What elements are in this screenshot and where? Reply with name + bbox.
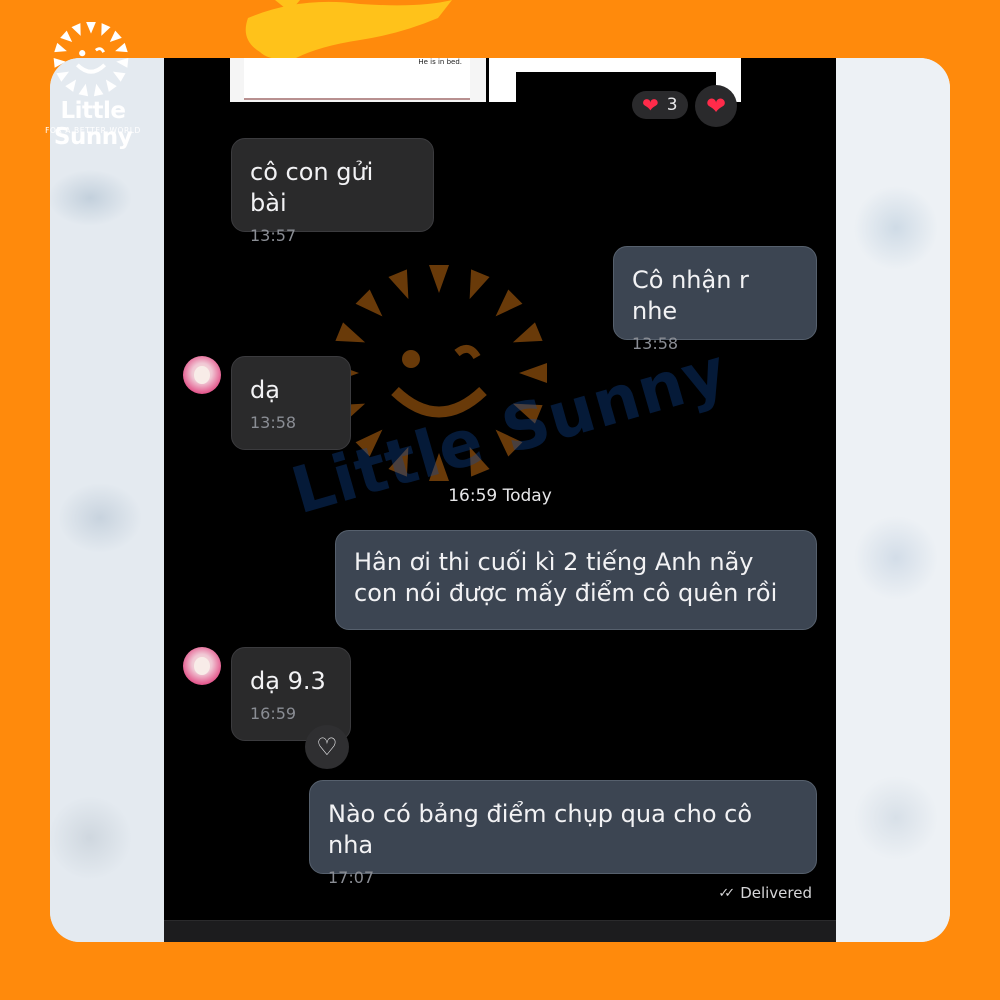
message-bubble-outgoing[interactable]: Nào có bảng điểm chụp qua cho cô nha 17:… — [309, 780, 817, 887]
image-attachment[interactable]: He is in bed. — [244, 58, 470, 100]
heart-outline-icon: ♡ — [316, 733, 338, 761]
delivered-label: Delivered — [740, 884, 812, 902]
message-text: Hân ơi thi cuối kì 2 tiếng Anh nãy con n… — [354, 548, 778, 607]
heart-icon: ❤ — [642, 93, 659, 117]
contact-avatar[interactable] — [183, 647, 221, 685]
chat-screen: He is in bed. ❤ 3 ❤ Little Sunny cô con … — [164, 58, 836, 942]
blurred-right-panel — [836, 58, 950, 942]
brand-name: Little Sunny — [53, 98, 133, 150]
message-time: 16:59 — [250, 704, 297, 723]
attachment-caption: He is in bed. — [418, 58, 462, 66]
sun-logo-icon — [53, 21, 129, 97]
reaction-summary[interactable]: ❤ 3 — [632, 91, 688, 119]
message-bubble-outgoing[interactable]: Cô nhận r nhe 13:58 — [613, 246, 817, 353]
message-bubble-outgoing[interactable]: Hân ơi thi cuối kì 2 tiếng Anh nãy con n… — [335, 530, 817, 630]
message-text: dạ — [250, 376, 280, 404]
double-check-icon: ✓✓ — [718, 885, 735, 901]
message-bubble-incoming[interactable]: cô con gửi bài 13:57 — [231, 138, 434, 245]
message-text: Nào có bảng điểm chụp qua cho cô nha — [328, 800, 753, 859]
brand-tagline: FOR A BETTER WORLD — [45, 126, 141, 135]
message-time: 13:58 — [632, 334, 679, 353]
contact-avatar[interactable] — [183, 356, 221, 394]
blurred-left-panel — [50, 58, 164, 942]
message-text: Cô nhận r nhe — [632, 266, 749, 325]
message-text: dạ 9.3 — [250, 667, 326, 695]
delivery-status: ✓✓ Delivered — [718, 884, 812, 902]
heart-icon: ❤ — [705, 92, 727, 120]
message-text: cô con gửi bài — [250, 158, 374, 217]
message-time: 13:58 — [250, 413, 297, 432]
date-separator: 16:59 Today — [448, 486, 552, 506]
react-heart-button[interactable]: ❤ — [695, 85, 737, 127]
like-heart-button[interactable]: ♡ — [305, 725, 349, 769]
message-bubble-incoming[interactable]: dạ 13:58 — [231, 356, 351, 450]
reaction-count: 3 — [666, 95, 678, 115]
message-time: 13:57 — [250, 226, 297, 245]
composer-bar[interactable] — [164, 920, 836, 942]
